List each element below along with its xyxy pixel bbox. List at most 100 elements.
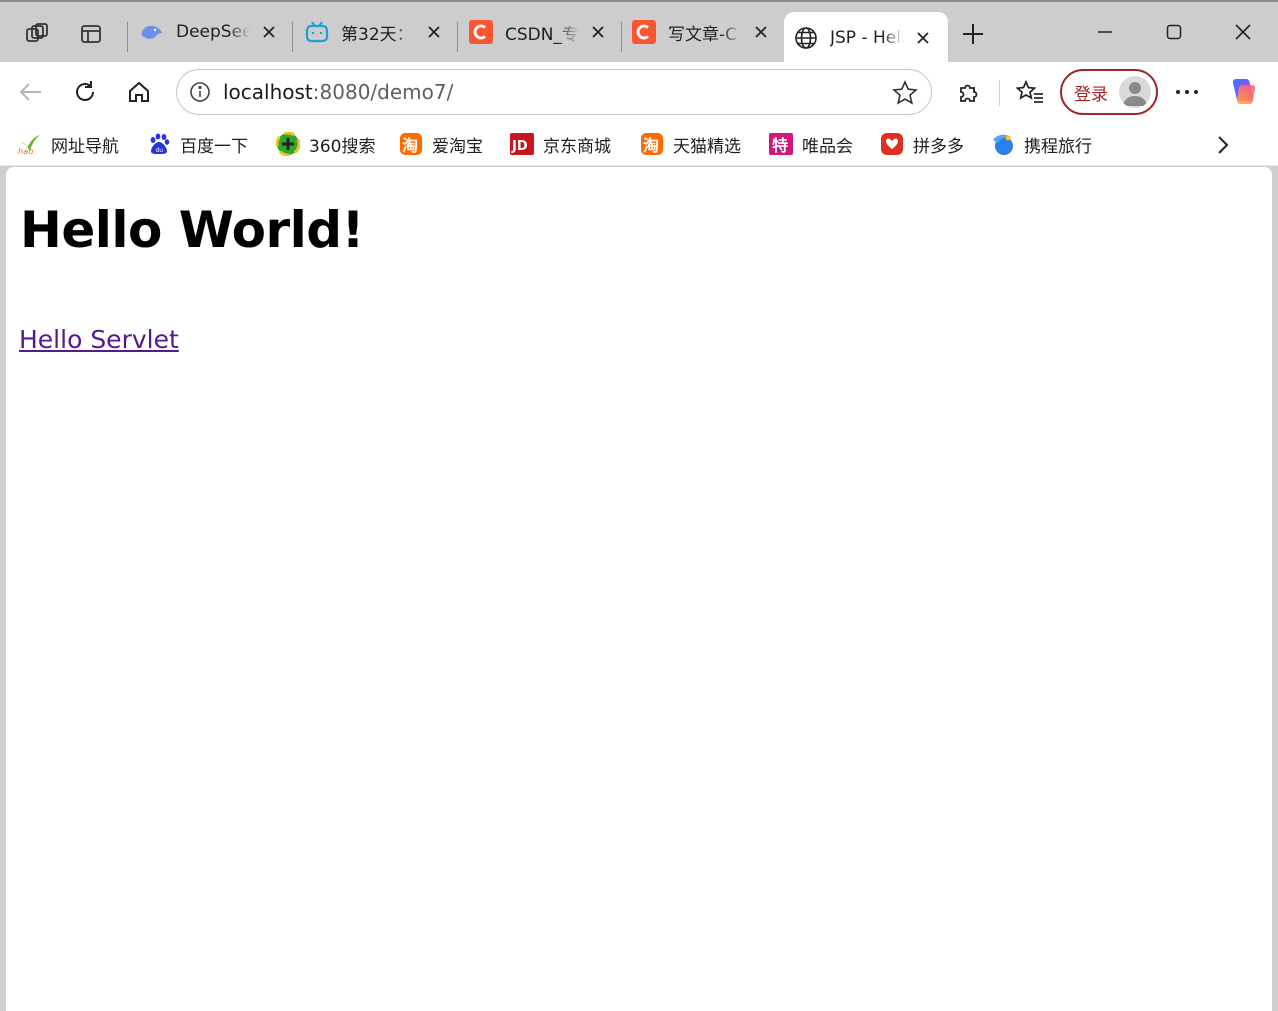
bookmark-vip[interactable]: 特 唯品会 xyxy=(769,130,853,158)
info-icon xyxy=(190,82,210,102)
taobao-icon: 淘 xyxy=(399,132,423,156)
close-window-button[interactable] xyxy=(1220,12,1266,52)
new-tab-button[interactable] xyxy=(955,16,991,52)
pinduoduo-icon xyxy=(880,132,904,156)
login-button[interactable]: 登录 xyxy=(1060,69,1158,115)
plus-icon xyxy=(963,24,983,44)
tmall-icon: 淘 xyxy=(640,132,664,156)
avatar xyxy=(1119,76,1151,108)
favorite-star-button[interactable] xyxy=(891,79,919,107)
close-icon[interactable] xyxy=(587,21,609,43)
tab-deepseek[interactable]: DeepSeek xyxy=(130,12,290,52)
tab-title: DeepSeek xyxy=(176,22,250,42)
hello-servlet-link[interactable]: Hello Servlet xyxy=(19,325,179,354)
vertical-tabs-button[interactable] xyxy=(73,16,109,52)
baidu-paw-icon: du xyxy=(147,132,171,156)
tab-bilibili[interactable]: 第32天： xyxy=(295,12,455,52)
bookmark-label: 天猫精选 xyxy=(673,136,741,157)
tab-separator xyxy=(457,22,458,52)
favorites-list-icon xyxy=(1016,79,1043,103)
minimize-icon xyxy=(1098,31,1112,33)
navigation-toolbar: localhost:8080/demo7/ 登录 xyxy=(0,62,1278,122)
tab-jsp-hello[interactable]: JSP - Hello xyxy=(784,12,948,64)
tab-separator xyxy=(292,22,293,52)
bookmark-label: 爱淘宝 xyxy=(432,136,483,157)
bookmark-360[interactable]: 360搜索 xyxy=(276,130,375,158)
360-search-icon xyxy=(276,132,300,156)
tab-csdn[interactable]: CSDN_专 xyxy=(459,12,619,52)
bookmark-baidu[interactable]: du 百度一下 xyxy=(147,130,248,158)
url-path: :8080/demo7/ xyxy=(312,80,454,104)
tab-title: CSDN_专 xyxy=(505,24,579,45)
close-icon[interactable] xyxy=(750,21,772,43)
svg-text:特: 特 xyxy=(772,136,788,155)
workspaces-button[interactable] xyxy=(19,16,55,52)
bookmark-label: 拼多多 xyxy=(913,136,964,157)
refresh-button[interactable] xyxy=(65,72,105,112)
tab-title: 写文章-C xyxy=(668,24,738,45)
svg-text:hao: hao xyxy=(18,146,33,156)
favorites-button[interactable] xyxy=(1010,72,1050,112)
tab-actions-icon xyxy=(81,25,101,43)
page-heading: Hello World! xyxy=(20,201,364,259)
url-host: localhost xyxy=(223,80,313,104)
close-icon[interactable] xyxy=(912,27,934,49)
bookmarks-overflow-button[interactable] xyxy=(1208,130,1238,160)
bookmark-label: 百度一下 xyxy=(180,136,248,157)
tab-title: JSP - Hello xyxy=(830,28,904,48)
workspaces-icon xyxy=(26,23,48,42)
login-label: 登录 xyxy=(1074,84,1108,105)
page-viewport: Hello World! Hello Servlet xyxy=(6,167,1272,1011)
bookmark-hao-nav[interactable]: hao 网址导航 xyxy=(18,130,119,158)
close-icon[interactable] xyxy=(258,21,280,43)
tab-title: 第32天： xyxy=(341,24,414,45)
minimize-button[interactable] xyxy=(1082,12,1128,52)
tab-csdn-write[interactable]: 写文章-C xyxy=(622,12,782,52)
bookmark-pinduoduo[interactable]: 拼多多 xyxy=(880,130,964,158)
csdn-logo-icon xyxy=(469,20,493,44)
csdn-logo-icon xyxy=(632,20,656,44)
bookmark-tmall[interactable]: 淘 天猫精选 xyxy=(640,130,741,158)
jd-icon: JD xyxy=(510,132,534,156)
back-button[interactable] xyxy=(11,72,51,112)
svg-text:淘: 淘 xyxy=(402,136,418,155)
bilibili-tv-icon xyxy=(305,20,329,44)
puzzle-icon xyxy=(960,84,978,102)
maximize-icon xyxy=(1166,24,1182,40)
vip-icon: 特 xyxy=(769,132,793,156)
globe-icon xyxy=(794,26,818,50)
svg-text:du: du xyxy=(156,147,164,154)
copilot-icon xyxy=(1232,79,1256,104)
tab-strip: DeepSeek 第32天： CSDN_专 写文章-C xyxy=(0,0,1278,64)
home-icon xyxy=(129,81,149,102)
bookmark-label: 携程旅行 xyxy=(1024,136,1092,157)
close-icon xyxy=(1235,24,1251,40)
address-bar[interactable]: localhost:8080/demo7/ xyxy=(176,69,932,115)
maximize-button[interactable] xyxy=(1151,12,1197,52)
bookmark-taobao[interactable]: 淘 爱淘宝 xyxy=(399,130,483,158)
home-button[interactable] xyxy=(119,72,159,112)
copilot-button[interactable] xyxy=(1224,72,1264,112)
tab-separator xyxy=(127,22,128,52)
bookmark-label: 网址导航 xyxy=(51,136,119,157)
bookmarks-bar: hao 网址导航 du 百度一下 360搜索 淘 爱淘宝 JD 京东商城 淘 天… xyxy=(0,122,1278,166)
settings-more-button[interactable] xyxy=(1167,72,1207,112)
bookmark-jd[interactable]: JD 京东商城 xyxy=(510,130,611,158)
extensions-button[interactable] xyxy=(949,72,989,112)
star-icon xyxy=(892,80,918,105)
site-info-button[interactable] xyxy=(177,70,223,114)
bookmark-label: 360搜索 xyxy=(309,136,376,157)
toolbar-divider xyxy=(999,80,1000,106)
refresh-icon xyxy=(76,81,94,101)
chevron-right-icon xyxy=(1218,136,1229,154)
close-icon[interactable] xyxy=(423,21,445,43)
bookmark-label: 京东商城 xyxy=(543,136,611,157)
more-dots-icon xyxy=(1176,90,1198,94)
back-arrow-icon xyxy=(19,83,41,101)
url-text[interactable]: localhost:8080/demo7/ xyxy=(223,80,453,104)
hao-nav-icon: hao xyxy=(18,132,42,156)
ctrip-icon xyxy=(991,132,1015,156)
bookmark-ctrip[interactable]: 携程旅行 xyxy=(991,130,1092,158)
svg-text:淘: 淘 xyxy=(643,136,659,155)
deepseek-whale-icon xyxy=(140,20,164,44)
